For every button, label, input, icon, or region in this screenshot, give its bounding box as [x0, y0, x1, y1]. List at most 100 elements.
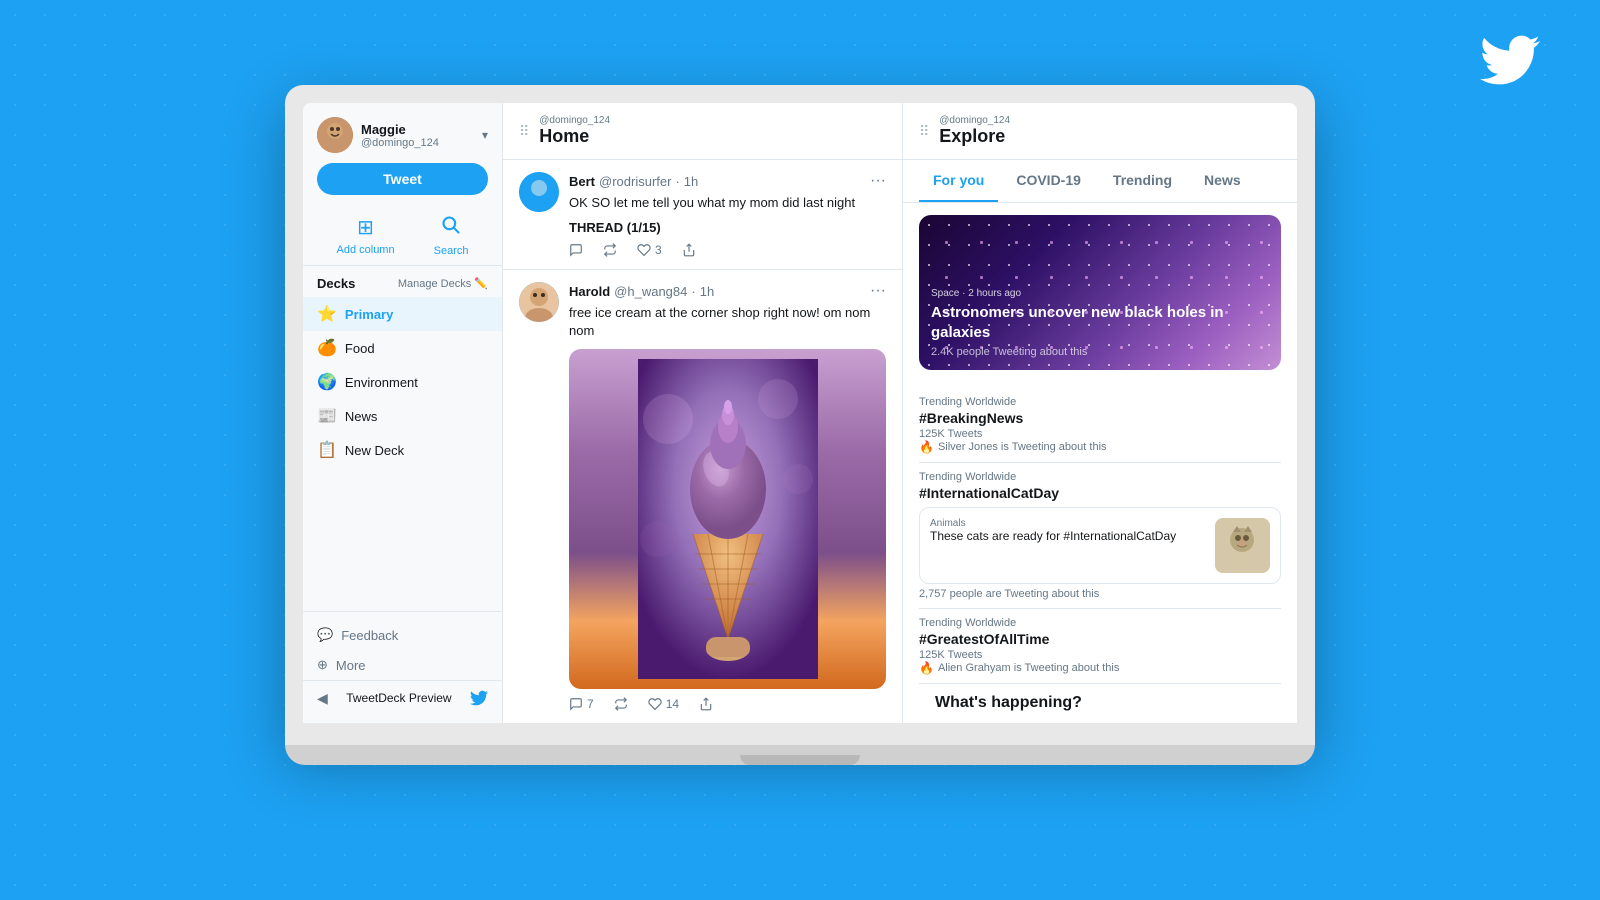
like-count: 14	[666, 697, 679, 711]
trending-tag: #BreakingNews	[919, 410, 1281, 426]
more-icon: ⊕	[317, 657, 328, 673]
column-title-group: @domingo_124 Explore	[939, 115, 1010, 147]
chevron-down-icon[interactable]: ▾	[482, 128, 488, 142]
reply-count: 7	[587, 697, 594, 711]
retweet-button[interactable]	[614, 697, 628, 711]
decks-header: Decks Manage Decks ✏️	[303, 266, 502, 297]
tweet-text-harold: free ice cream at the corner shop right …	[569, 304, 886, 340]
deck-item-new[interactable]: 📋 New Deck	[303, 433, 502, 467]
home-column: ⠿ @domingo_124 Home	[503, 103, 903, 723]
reply-button[interactable]	[569, 243, 583, 257]
explore-column: ⠿ @domingo_124 Explore For you COVID-19 …	[903, 103, 1297, 723]
whats-happening-label: What's happening?	[919, 684, 1281, 722]
tweet-content-bert: Bert @rodrisurfer · 1h ··· OK SO let me …	[569, 172, 886, 257]
trending-tag: #InternationalCatDay	[919, 485, 1281, 501]
news-hero-card[interactable]: Space · 2 hours ago Astronomers uncover …	[919, 215, 1281, 370]
deck-item-environment[interactable]: 🌍 Environment	[303, 365, 502, 399]
deck-item-food[interactable]: 🍊 Food	[303, 331, 502, 365]
hero-title: Astronomers uncover new black holes in g…	[931, 303, 1269, 342]
column-title-group: @domingo_124 Home	[539, 115, 610, 147]
tweet-actions-bert: 3	[569, 243, 886, 257]
avatar	[317, 117, 353, 153]
share-button[interactable]	[699, 697, 713, 711]
search-icon	[441, 215, 461, 241]
deck-label: News	[345, 409, 378, 424]
cat-tweet-count: 2,757 people are Tweeting about this	[919, 588, 1281, 600]
manage-decks-button[interactable]: Manage Decks ✏️	[398, 277, 488, 290]
username: @domingo_124	[361, 137, 439, 149]
collapse-arrow-icon[interactable]: ◀	[317, 690, 328, 707]
like-button[interactable]: 14	[648, 697, 679, 711]
tweet-author-bert: Bert @rodrisurfer · 1h	[569, 174, 698, 189]
sidebar-footer: 💬 Feedback ⊕ More ◀ TweetDeck Preview	[303, 611, 502, 723]
trending-label: Trending Worldwide	[919, 617, 1281, 629]
drag-handle-icon[interactable]: ⠿	[919, 123, 929, 140]
home-column-title: Home	[539, 126, 610, 147]
tweet-more-button[interactable]: ···	[870, 172, 886, 190]
tweet-time-value: 1h	[684, 174, 698, 189]
cat-day-card[interactable]: Animals These cats are ready for #Intern…	[919, 507, 1281, 584]
cat-card-text: Animals These cats are ready for #Intern…	[930, 518, 1205, 573]
hero-tweet-count: 2.4K people Tweeting about this	[931, 346, 1269, 358]
laptop-body: Maggie @domingo_124 ▾ Tweet ⊞ Add column	[285, 85, 1315, 745]
trending-count: 125K Tweets	[919, 428, 1281, 440]
tab-trending[interactable]: Trending	[1099, 160, 1186, 202]
tweet-time: ·	[691, 284, 695, 299]
retweet-button[interactable]	[603, 243, 617, 257]
trending-item-goat[interactable]: Trending Worldwide #GreatestOfAllTime 12…	[919, 609, 1281, 684]
tweet-avatar-harold	[519, 282, 559, 322]
share-button[interactable]	[682, 243, 696, 257]
tweet-button[interactable]: Tweet	[317, 163, 488, 195]
feedback-button[interactable]: 💬 Feedback	[303, 620, 502, 650]
twitter-small-icon	[470, 689, 488, 707]
new-deck-icon: 📋	[317, 440, 337, 460]
tweet-more-button[interactable]: ···	[870, 282, 886, 300]
display-name: Maggie	[361, 122, 439, 137]
tweet-content-harold: Harold @h_wang84 · 1h ··· free ice cream…	[569, 282, 886, 710]
profile-area: Maggie @domingo_124 ▾	[303, 103, 502, 163]
trending-label: Trending Worldwide	[919, 396, 1281, 408]
tab-covid[interactable]: COVID-19	[1002, 160, 1095, 202]
deck-label: Environment	[345, 375, 418, 390]
card-title: These cats are ready for #InternationalC…	[930, 529, 1205, 543]
tab-for-you[interactable]: For you	[919, 160, 998, 202]
tweet-time-value: 1h	[700, 284, 714, 299]
tweet-author-harold: Harold @h_wang84 · 1h	[569, 284, 714, 299]
trending-user-note: 🔥 Alien Grahyam is Tweeting about this	[919, 661, 1281, 675]
drag-handle-icon[interactable]: ⠿	[519, 123, 529, 140]
add-column-label: Add column	[337, 244, 395, 256]
search-button[interactable]: Search	[434, 215, 469, 257]
columns-area: ⠿ @domingo_124 Home	[503, 103, 1297, 723]
like-button[interactable]: 3	[637, 243, 662, 257]
tweet-avatar-bert	[519, 172, 559, 212]
tweet-harold: Harold @h_wang84 · 1h ··· free ice cream…	[503, 270, 902, 723]
card-category: Animals	[930, 518, 1205, 529]
reply-button[interactable]: 7	[569, 697, 594, 711]
deck-item-news[interactable]: 📰 News	[303, 399, 502, 433]
star-icon: ⭐	[317, 304, 337, 324]
add-column-icon: ⊞	[357, 215, 374, 240]
laptop-screen: Maggie @domingo_124 ▾ Tweet ⊞ Add column	[303, 103, 1297, 723]
more-label: More	[336, 658, 366, 673]
trending-item-catday[interactable]: Trending Worldwide #InternationalCatDay …	[919, 463, 1281, 609]
laptop: Maggie @domingo_124 ▾ Tweet ⊞ Add column	[285, 85, 1315, 765]
news-icon: 📰	[317, 406, 337, 426]
column-user-label: @domingo_124	[939, 115, 1010, 126]
search-label: Search	[434, 245, 469, 257]
home-column-header: ⠿ @domingo_124 Home	[503, 103, 902, 160]
deck-item-primary[interactable]: ⭐ Primary	[303, 297, 502, 331]
tweet-thread-label: THREAD (1/15)	[569, 220, 886, 235]
tab-news[interactable]: News	[1190, 160, 1255, 202]
column-user-label: @domingo_124	[539, 115, 610, 126]
tweet-name: Bert	[569, 174, 595, 189]
trending-item-breaking[interactable]: Trending Worldwide #BreakingNews 125K Tw…	[919, 388, 1281, 463]
tweet-meta-harold: Harold @h_wang84 · 1h ···	[569, 282, 886, 300]
deck-label: New Deck	[345, 443, 404, 458]
tweet-bert: Bert @rodrisurfer · 1h ··· OK SO let me …	[503, 160, 902, 270]
cat-image	[1215, 518, 1270, 573]
more-button[interactable]: ⊕ More	[303, 650, 502, 680]
add-column-button[interactable]: ⊞ Add column	[337, 215, 395, 257]
deck-label: Food	[345, 341, 375, 356]
fire-icon: 🔥	[919, 440, 934, 454]
tweet-handle: @h_wang84	[614, 284, 687, 299]
